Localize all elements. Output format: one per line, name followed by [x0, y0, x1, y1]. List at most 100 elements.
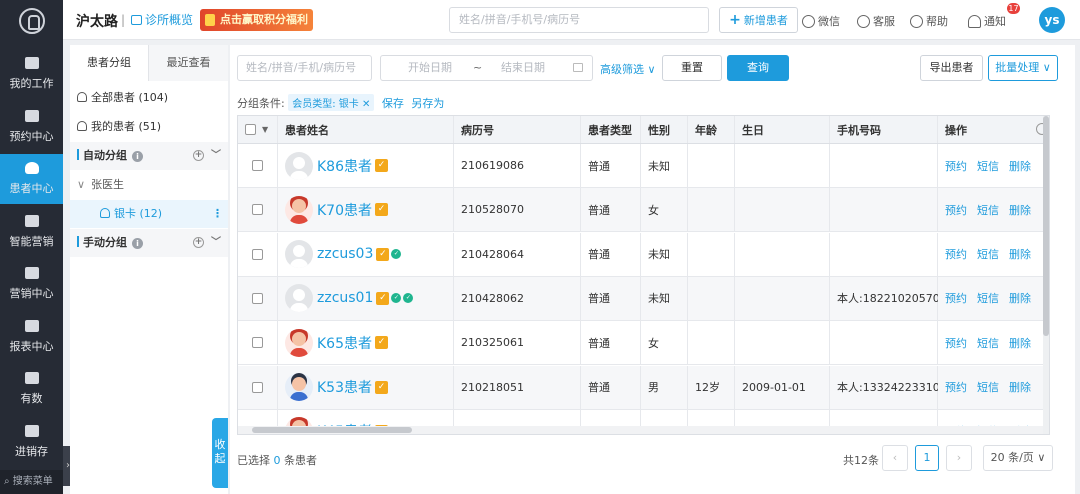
edit-icon[interactable]: ✓	[375, 336, 388, 350]
query-button[interactable]: 查询	[727, 55, 789, 81]
cell-type: 普通	[581, 276, 641, 320]
more-icon[interactable]: ⋮	[212, 200, 223, 228]
new-patient-button[interactable]: + 新增患者	[719, 7, 798, 33]
action-2-link[interactable]: 删除	[1009, 379, 1031, 395]
service-button[interactable]: 客服	[857, 13, 895, 29]
sidebar-item-4[interactable]: 营销中心	[0, 259, 63, 309]
action-2-link[interactable]: 删除	[1009, 290, 1031, 306]
table-row[interactable]: zzcus01 ✓ ✓ ✓ 210428062 普通 未知 本人:18221020570 预约短…	[238, 276, 1049, 321]
row-checkbox[interactable]	[252, 204, 263, 216]
vertical-scrollbar[interactable]	[1043, 116, 1049, 434]
end-date: 结束日期	[501, 61, 545, 74]
save-condition-link[interactable]: 保存	[382, 97, 404, 110]
row-checkbox[interactable]	[252, 381, 263, 393]
tab-recent[interactable]: 最近查看	[149, 45, 228, 81]
manual-group-header[interactable]: 手动分组 i + ﹀	[70, 229, 228, 257]
action-0-link[interactable]: 预约	[945, 335, 967, 351]
page-size-select[interactable]: 20 条/页 ∨	[983, 445, 1053, 471]
collapse-panel-button[interactable]: 收起	[212, 418, 228, 488]
sidebar-item-0[interactable]: 我的工作	[0, 49, 63, 99]
patient-name-link[interactable]: K53患者	[317, 377, 372, 397]
sidebar-item-5[interactable]: 报表中心	[0, 312, 63, 362]
global-search-input[interactable]: 姓名/拼音/手机号/病历号	[449, 7, 709, 33]
sidebar-item-2[interactable]: 患者中心	[0, 154, 63, 204]
scrollbar-thumb[interactable]	[252, 427, 412, 433]
export-button[interactable]: 导出患者	[920, 55, 983, 81]
patient-name-link[interactable]: zzcus03	[317, 246, 373, 262]
close-icon[interactable]: ✕	[362, 99, 370, 110]
action-1-link[interactable]: 短信	[977, 335, 999, 351]
all-patients-item[interactable]: 全部患者 (104)	[70, 84, 228, 112]
action-1-link[interactable]: 短信	[977, 202, 999, 218]
checkbox[interactable]	[245, 124, 256, 135]
horizontal-scrollbar[interactable]	[238, 426, 1049, 434]
auto-group-header[interactable]: 自动分组 i + ﹀	[70, 142, 228, 170]
action-0-link[interactable]: 预约	[945, 202, 967, 218]
next-page-button[interactable]: ›	[946, 445, 972, 471]
table-row[interactable]: zzcus03 ✓ ✓ 210428064 普通 未知 预约 短信 删除	[238, 232, 1049, 277]
edit-icon[interactable]: ✓	[375, 159, 388, 172]
my-patients-item[interactable]: 我的患者 (51)	[70, 113, 228, 141]
row-checkbox[interactable]	[252, 337, 263, 349]
chevron-down-icon[interactable]: ﹀	[211, 229, 221, 257]
edit-icon[interactable]: ✓	[376, 291, 390, 305]
action-0-link[interactable]: 预约	[945, 158, 967, 174]
advanced-filter-toggle[interactable]: 高级筛选 ∨	[600, 61, 656, 77]
column-header: 手机号码	[830, 116, 938, 143]
sidebar-item-7[interactable]: 进销存	[0, 417, 63, 467]
patient-name-link[interactable]: K86患者	[317, 156, 372, 176]
prev-page-button[interactable]: ‹	[882, 445, 908, 471]
batch-action-button[interactable]: 批量处理 ∨	[988, 55, 1058, 81]
help-button[interactable]: 帮助	[910, 13, 948, 29]
clinic-overview-link[interactable]: 诊所概览	[131, 11, 193, 28]
doctor-group-item[interactable]: ∨ 张医生	[70, 171, 228, 199]
action-2-link[interactable]: 删除	[1009, 335, 1031, 351]
table-row[interactable]: K65患者 ✓ 210325061 普通女预约 短信 删除	[238, 321, 1049, 366]
edit-icon[interactable]: ✓	[375, 203, 388, 217]
action-1-link[interactable]: 短信	[977, 246, 999, 262]
save-as-link[interactable]: 另存为	[411, 97, 444, 110]
scrollbar-thumb[interactable]	[1043, 116, 1049, 336]
action-0-link[interactable]: 预约	[945, 290, 967, 306]
sidebar-item-1[interactable]: 预约中心	[0, 102, 63, 152]
chevron-down-icon[interactable]: ﹀	[211, 142, 221, 170]
page-number[interactable]: 1	[915, 445, 939, 471]
sidebar-item-6[interactable]: 有数	[0, 364, 63, 414]
select-all-checkbox[interactable]: ▼	[238, 116, 278, 143]
action-2-link[interactable]: 删除	[1009, 158, 1031, 174]
chevron-down-icon: ∨	[1042, 61, 1051, 74]
notify-button[interactable]: 通知	[968, 13, 1006, 29]
row-checkbox[interactable]	[252, 248, 263, 260]
action-0-link[interactable]: 预约	[945, 246, 967, 262]
row-checkbox[interactable]	[252, 292, 263, 304]
cell-id: 210428062	[454, 276, 581, 320]
action-2-link[interactable]: 删除	[1009, 202, 1031, 218]
patient-search-input[interactable]: 姓名/拼音/手机/病历号	[237, 55, 372, 81]
add-group-icon[interactable]: +	[193, 150, 204, 161]
promo-banner[interactable]: 点击赢取积分福利	[200, 9, 313, 31]
sidebar-item-3[interactable]: 智能营销	[0, 207, 63, 257]
menu-search[interactable]: ⌕ 搜索菜单	[0, 470, 63, 494]
date-range-picker[interactable]: 开始日期 ~ 结束日期	[380, 55, 593, 81]
wechat-button[interactable]: 微信	[802, 13, 840, 29]
silver-card-group-item[interactable]: 银卡 (12) ⋮	[70, 200, 228, 228]
action-0-link[interactable]: 预约	[945, 379, 967, 395]
edit-icon[interactable]: ✓	[376, 247, 390, 261]
table-row[interactable]: K53患者 ✓ 210218051 普通男 12岁 2009-01-01 本人:133242…	[238, 365, 1049, 410]
table-row[interactable]: K86患者 ✓ 210619086 普通 未知 预约 短信 删除	[238, 144, 1049, 188]
table-row[interactable]: K70患者 ✓ 210528070 普通女预约 短信 删除	[238, 188, 1049, 233]
overview-label: 诊所概览	[145, 13, 194, 27]
action-2-link[interactable]: 删除	[1009, 246, 1031, 262]
edit-icon[interactable]: ✓	[375, 380, 388, 394]
action-1-link[interactable]: 短信	[977, 158, 999, 174]
row-checkbox[interactable]	[252, 160, 263, 171]
reset-button[interactable]: 重置	[662, 55, 722, 81]
action-1-link[interactable]: 短信	[977, 290, 999, 306]
tab-patient-groups[interactable]: 患者分组	[70, 45, 149, 81]
patient-name-link[interactable]: K70患者	[317, 200, 372, 220]
user-avatar[interactable]: ys	[1039, 7, 1065, 33]
action-1-link[interactable]: 短信	[977, 379, 999, 395]
patient-name-link[interactable]: K65患者	[317, 333, 372, 353]
add-group-icon[interactable]: +	[193, 237, 204, 248]
patient-name-link[interactable]: zzcus01	[317, 290, 373, 306]
